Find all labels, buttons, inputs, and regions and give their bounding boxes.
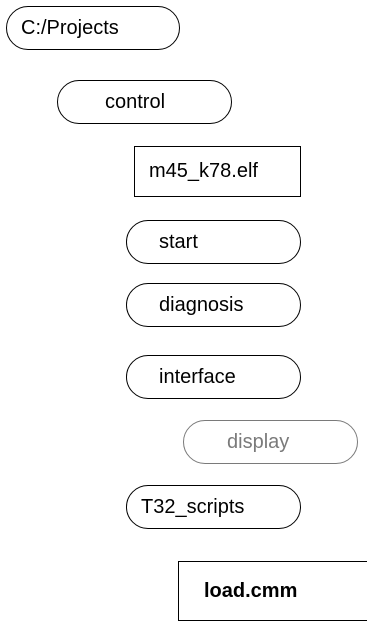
folder-node-control[interactable]: control xyxy=(57,80,232,124)
folder-node-diagnosis-label: diagnosis xyxy=(159,293,244,316)
folder-node-display[interactable]: display xyxy=(183,420,358,464)
folder-node-interface[interactable]: interface xyxy=(126,355,301,399)
folder-node-t32-scripts-label: T32_scripts xyxy=(141,495,245,518)
file-node-elf-label: m45_k78.elf xyxy=(149,160,258,182)
folder-node-projects-label: C:/Projects xyxy=(21,16,119,39)
folder-node-control-label: control xyxy=(105,90,166,113)
folder-node-t32-scripts[interactable]: T32_scripts xyxy=(126,485,301,529)
file-node-load-cmm-label: load.cmm xyxy=(204,579,298,602)
folder-node-interface-label: interface xyxy=(159,365,236,388)
file-node-load-cmm[interactable]: load.cmm xyxy=(178,561,367,621)
folder-node-display-label: display xyxy=(227,430,290,453)
folder-node-projects[interactable]: C:/Projects xyxy=(6,6,180,50)
folder-node-start[interactable]: start xyxy=(126,220,301,264)
folder-node-start-label: start xyxy=(159,230,198,253)
file-node-elf[interactable]: m45_k78.elf xyxy=(134,146,301,197)
folder-node-diagnosis[interactable]: diagnosis xyxy=(126,283,301,327)
